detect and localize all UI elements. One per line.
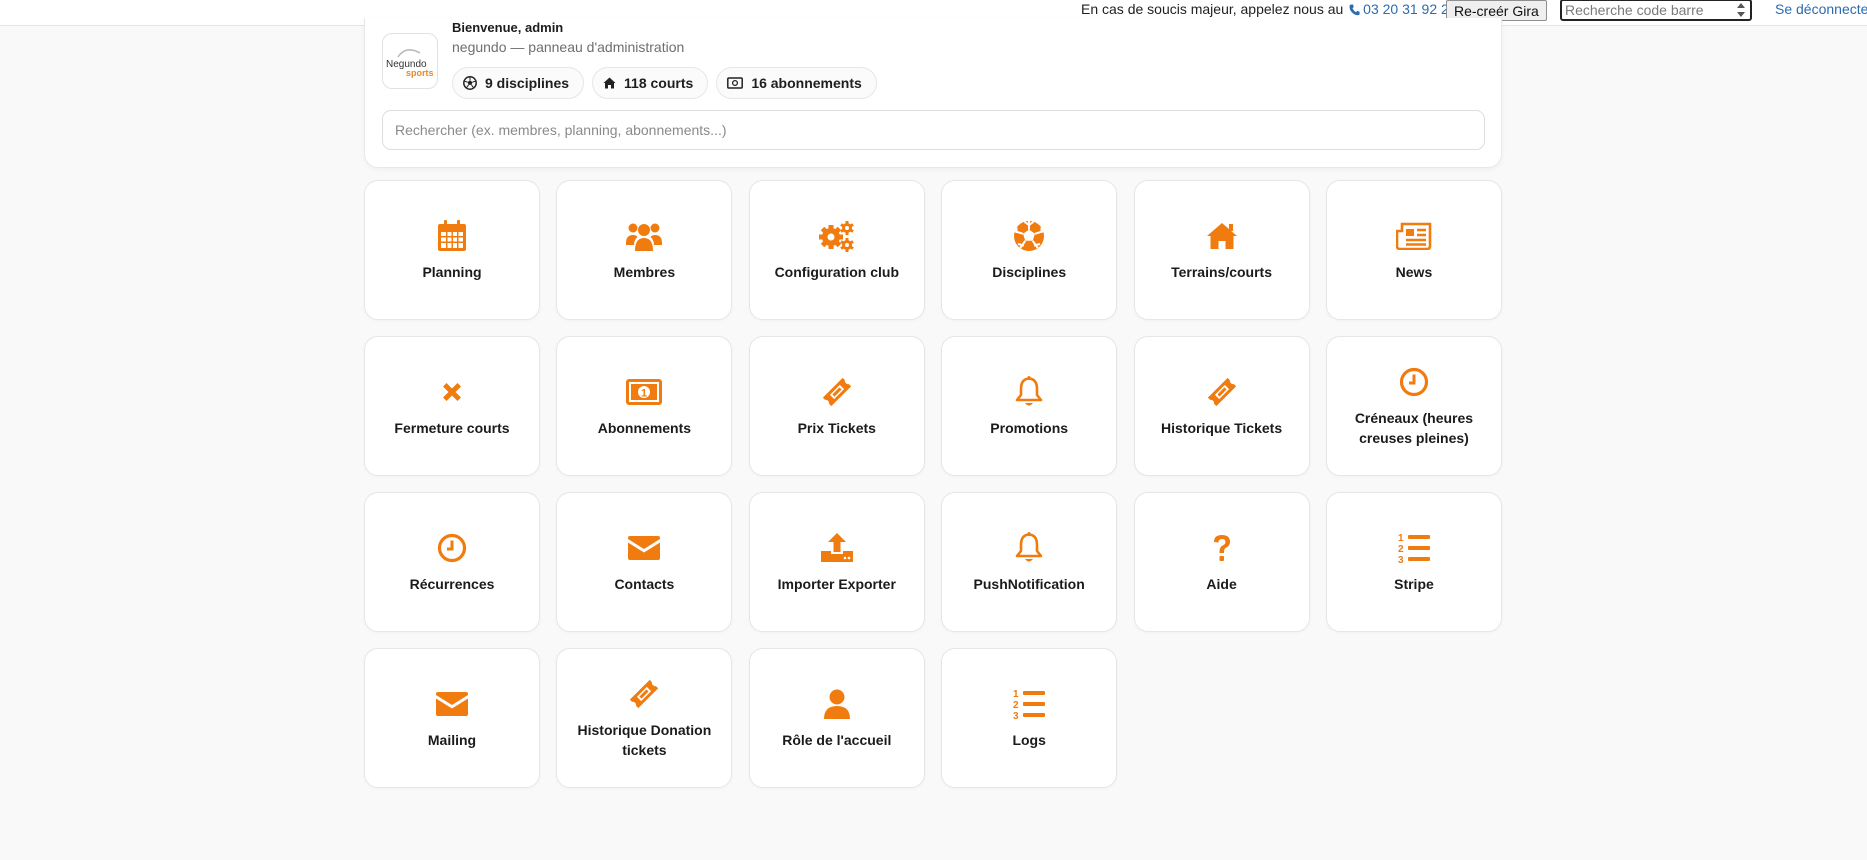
phone-icon (1349, 4, 1360, 16)
tile-label: News (1395, 264, 1433, 280)
tile-label: PushNotification (973, 576, 1085, 592)
close-icon (443, 383, 461, 401)
barcode-search-input[interactable] (1560, 0, 1752, 21)
list-ol-icon: 123 (1013, 689, 1046, 720)
tile-stripe[interactable]: 123 Stripe (1325, 492, 1502, 632)
tile-push-notification[interactable]: PushNotification (941, 492, 1118, 632)
tile-label: Historique Donation tickets (577, 722, 712, 758)
svg-text:3: 3 (1013, 711, 1019, 720)
gears-icon (818, 221, 854, 252)
tile-label: Configuration club (774, 264, 899, 280)
bell-icon (1015, 376, 1043, 406)
tile-historique-tickets[interactable]: Historique Tickets (1133, 336, 1310, 476)
number-spinner-icon[interactable] (1736, 1, 1746, 19)
tile-label: Membres (613, 264, 676, 280)
svg-text:1: 1 (1013, 689, 1019, 700)
calendar-icon (438, 220, 466, 251)
panel-subtitle: negundo — panneau d'administration (452, 39, 685, 55)
tile-importer-exporter[interactable]: Importer Exporter (748, 492, 925, 632)
users-icon (626, 223, 663, 251)
tile-label: Mailing (427, 732, 477, 748)
welcome-text: Bienvenue, admin (452, 20, 564, 35)
tile-label: Promotions (990, 420, 1069, 436)
svg-text:2: 2 (1013, 700, 1019, 711)
tile-prix-tickets[interactable]: Prix Tickets (748, 336, 925, 476)
support-phone: 03 20 31 92 29 (1363, 1, 1457, 17)
tile-disciplines[interactable]: Disciplines (941, 180, 1118, 320)
tile-label: Fermeture courts (394, 420, 510, 436)
tile-label: Aide (1206, 576, 1237, 592)
chip-courts[interactable]: 118 courts (592, 67, 709, 99)
tile-abonnements[interactable]: 1 Abonnements (556, 336, 733, 476)
chip-label: 9 disciplines (485, 75, 570, 91)
list-ol-icon: 123 (1398, 533, 1430, 564)
support-text: En cas de soucis majeur, appelez nous au (1081, 1, 1344, 17)
tile-logs[interactable]: 123 Logs (941, 648, 1118, 788)
user-icon (823, 689, 850, 719)
tile-label: Récurrences (409, 576, 495, 592)
tile-promotions[interactable]: Promotions (941, 336, 1118, 476)
tile-terrains-courts[interactable]: Terrains/courts (1133, 180, 1310, 320)
svg-text:3: 3 (1398, 555, 1404, 564)
tile-recurrences[interactable]: Récurrences (364, 492, 540, 632)
chip-label: 16 abonnements (751, 75, 862, 91)
clock-icon (1399, 367, 1429, 397)
admin-search-input[interactable] (382, 110, 1485, 150)
tile-planning[interactable]: Planning (364, 180, 540, 320)
tile-configuration-club[interactable]: Configuration club (748, 180, 925, 320)
chip-disciplines[interactable]: 9 disciplines (452, 67, 585, 99)
ticket-icon (1207, 377, 1236, 407)
stats-chips: 9 disciplines 118 courts 16 abonnements (452, 67, 877, 99)
money-icon: 1 (626, 379, 663, 405)
tile-mailing[interactable]: Mailing (364, 648, 540, 788)
club-logo: Negundo sports (382, 33, 438, 89)
tile-label: Prix Tickets (797, 420, 876, 436)
tile-label: Terrains/courts (1171, 264, 1272, 280)
soccer-ball-icon (1014, 220, 1045, 251)
tile-label: Disciplines (992, 264, 1067, 280)
tile-aide[interactable]: Aide (1133, 492, 1310, 632)
chip-abonnements[interactable]: 16 abonnements (716, 67, 877, 99)
support-message: En cas de soucis majeur, appelez nous au… (1081, 1, 1457, 17)
svg-text:2: 2 (1398, 544, 1404, 555)
upload-icon (820, 533, 853, 562)
svg-text:1: 1 (641, 388, 647, 400)
chip-label: 118 courts (624, 75, 694, 91)
svg-text:1: 1 (1398, 533, 1404, 544)
tile-label: Stripe (1394, 576, 1434, 592)
money-icon (727, 77, 744, 89)
header-card: Negundo sports Bienvenue, admin negundo … (364, 18, 1502, 168)
tile-label: Planning (422, 264, 482, 280)
tile-creneaux[interactable]: Créneaux (heures creuses pleines) (1325, 336, 1502, 476)
tile-label: Contacts (614, 576, 675, 592)
ticket-icon (822, 377, 851, 407)
tile-label: Logs (1012, 732, 1046, 748)
home-icon (1206, 223, 1237, 249)
question-icon (1213, 535, 1230, 561)
logo-text-bottom: sports (406, 68, 434, 78)
tile-historique-donation-tickets[interactable]: Historique Donation tickets (556, 648, 733, 788)
soccer-ball-icon (463, 76, 477, 90)
tile-fermeture-courts[interactable]: Fermeture courts (364, 336, 540, 476)
tile-contacts[interactable]: Contacts (556, 492, 733, 632)
home-icon (603, 77, 616, 89)
clock-icon (437, 533, 467, 563)
tile-label: Importer Exporter (777, 576, 896, 592)
tile-membres[interactable]: Membres (556, 180, 733, 320)
tile-news[interactable]: News (1325, 180, 1502, 320)
tile-label: Historique Tickets (1161, 420, 1283, 436)
envelope-icon (628, 536, 661, 560)
bell-icon (1015, 532, 1043, 562)
newspaper-icon (1395, 222, 1432, 250)
tile-role-accueil[interactable]: Rôle de l'accueil (748, 648, 925, 788)
module-grid: Planning Membres Configuration club Disc… (364, 180, 1502, 788)
tile-label: Créneaux (heures creuses pleines) (1354, 410, 1474, 446)
ticket-icon (630, 679, 659, 709)
envelope-icon (436, 692, 468, 716)
logout-link[interactable]: Se déconnecte (1775, 1, 1867, 17)
support-phone-link[interactable]: 03 20 31 92 29 (1349, 1, 1457, 17)
tile-label: Rôle de l'accueil (782, 732, 892, 748)
negundo-logo-icon: Negundo sports (386, 49, 434, 78)
tile-label: Abonnements (597, 420, 692, 436)
